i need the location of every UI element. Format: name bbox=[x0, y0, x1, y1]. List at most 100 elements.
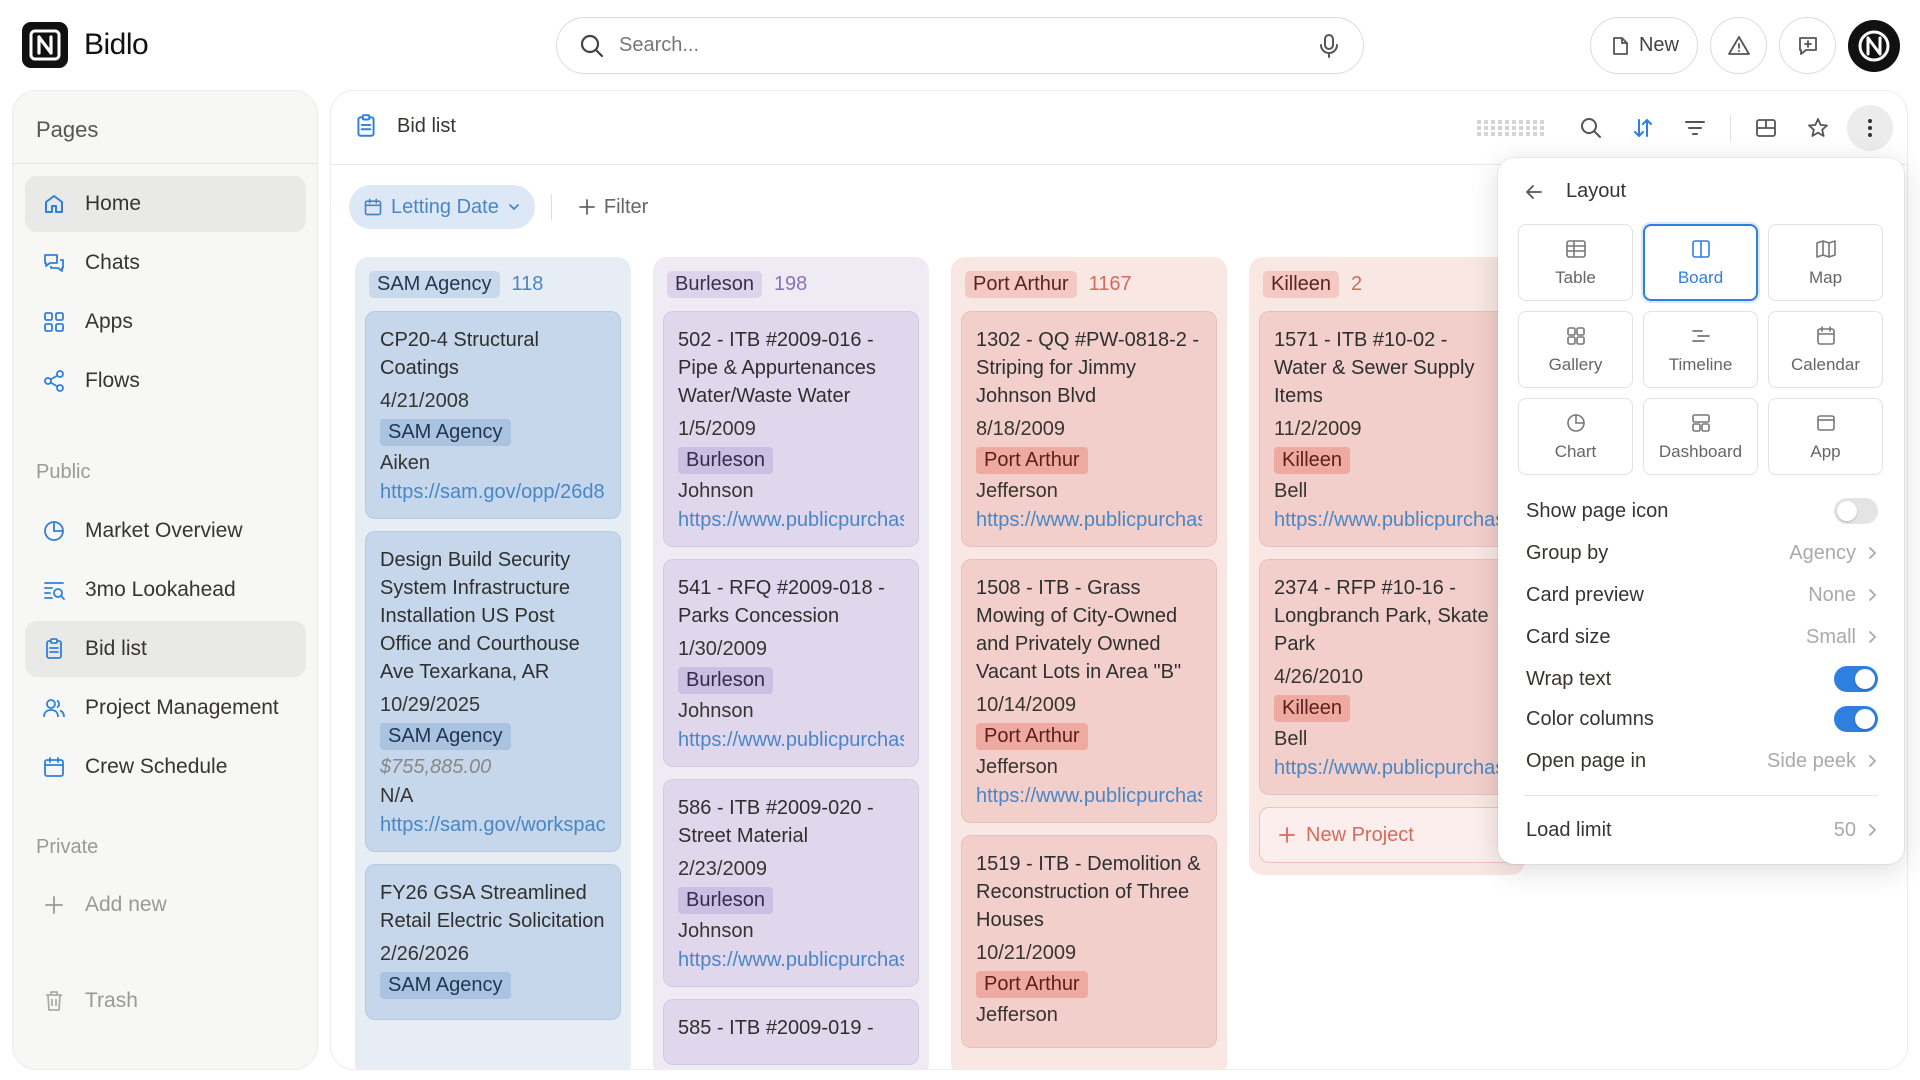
sort-button[interactable] bbox=[1620, 105, 1666, 151]
alerts-button[interactable] bbox=[1710, 17, 1767, 74]
letting-date-filter-chip[interactable]: Letting Date bbox=[349, 185, 535, 229]
card-location: Bell bbox=[1274, 728, 1308, 750]
pie-chart-icon bbox=[41, 518, 67, 544]
sidebar-item-market-overview[interactable]: Market Overview bbox=[25, 503, 306, 559]
group-by-row[interactable]: Group by Agency bbox=[1526, 537, 1878, 569]
map-icon bbox=[1815, 238, 1837, 260]
avatar[interactable] bbox=[1848, 19, 1900, 72]
board-card[interactable]: FY26 GSA Streamlined Retail Electric Sol… bbox=[365, 864, 621, 1020]
show-page-icon-toggle[interactable] bbox=[1834, 498, 1878, 524]
setting-value: Small bbox=[1805, 625, 1856, 648]
card-title: 585 - ITB #2009-019 - bbox=[678, 1017, 874, 1039]
microphone-icon[interactable] bbox=[1317, 33, 1341, 59]
sidebar-item-flows[interactable]: Flows bbox=[25, 353, 306, 409]
card-title: FY26 GSA Streamlined Retail Electric Sol… bbox=[380, 882, 605, 932]
layout-popover: Layout Table Board Map Gallery Timeline … bbox=[1498, 158, 1904, 864]
layout-option-calendar[interactable]: Calendar bbox=[1768, 311, 1883, 388]
card-title: Design Build Security System Infrastruct… bbox=[380, 549, 580, 683]
sidebar-item-crew-schedule[interactable]: Crew Schedule bbox=[25, 739, 306, 795]
card-location: Johnson bbox=[678, 700, 754, 722]
card-link[interactable]: https://www.publicpurchase bbox=[678, 729, 904, 752]
setting-label: Card size bbox=[1526, 625, 1611, 648]
sidebar-item-3mo-lookahead[interactable]: 3mo Lookahead bbox=[25, 562, 306, 618]
layout-button[interactable] bbox=[1743, 105, 1789, 151]
search-icon bbox=[579, 33, 605, 59]
app-brand[interactable]: Bidlo bbox=[22, 22, 149, 68]
add-new-page-button[interactable]: Add new bbox=[25, 877, 306, 933]
wrap-text-row: Wrap text bbox=[1526, 663, 1878, 695]
sidebar-divider bbox=[13, 163, 317, 164]
setting-label: Card preview bbox=[1526, 583, 1644, 606]
board-card[interactable]: 1508 - ITB - Grass Mowing of City-Owned … bbox=[961, 559, 1217, 823]
column-title: Port Arthur bbox=[965, 270, 1077, 298]
board-card[interactable]: CP20-4 Structural Coatings 4/21/2008 SAM… bbox=[365, 311, 621, 519]
wrap-text-toggle[interactable] bbox=[1834, 666, 1878, 692]
board-card[interactable]: 1302 - QQ #PW-0818-2 - Striping for Jimm… bbox=[961, 311, 1217, 547]
add-filter-button[interactable]: Filter bbox=[568, 196, 658, 219]
card-link[interactable]: https://www.publicpurchase bbox=[1274, 757, 1500, 780]
back-arrow-icon[interactable] bbox=[1524, 182, 1544, 202]
more-options-button[interactable] bbox=[1847, 105, 1893, 151]
sidebar-item-project-management[interactable]: Project Management bbox=[25, 680, 306, 736]
layout-option-gallery[interactable]: Gallery bbox=[1518, 311, 1633, 388]
board-card[interactable]: 586 - ITB #2009-020 - Street Material 2/… bbox=[663, 779, 919, 987]
card-preview-row[interactable]: Card preview None bbox=[1526, 579, 1878, 611]
feedback-button[interactable] bbox=[1779, 17, 1836, 74]
favorite-button[interactable] bbox=[1795, 105, 1841, 151]
layout-option-dashboard[interactable]: Dashboard bbox=[1643, 398, 1758, 475]
search-bar[interactable] bbox=[556, 17, 1364, 74]
card-agency-tag: Port Arthur bbox=[976, 447, 1088, 474]
calendar-icon bbox=[41, 754, 67, 780]
board-card[interactable]: 502 - ITB #2009-016 - Pipe & Appurtenanc… bbox=[663, 311, 919, 547]
search-input[interactable] bbox=[619, 34, 1303, 57]
sidebar-item-home[interactable]: Home bbox=[25, 176, 306, 232]
sidebar-item-label: Crew Schedule bbox=[85, 755, 228, 778]
board-card[interactable]: 2374 - RFP #10-16 - Longbranch Park, Ska… bbox=[1259, 559, 1515, 795]
layout-option-map[interactable]: Map bbox=[1768, 224, 1883, 301]
board-card[interactable]: 1519 - ITB - Demolition & Reconstruction… bbox=[961, 835, 1217, 1048]
card-title: 586 - ITB #2009-020 - Street Material bbox=[678, 797, 874, 847]
column-title: Burleson bbox=[667, 270, 762, 298]
card-size-row[interactable]: Card size Small bbox=[1526, 621, 1878, 653]
board-column-burleson: Burleson 198 502 - ITB #2009-016 - Pipe … bbox=[653, 257, 929, 1069]
load-limit-row[interactable]: Load limit 50 bbox=[1526, 814, 1878, 846]
card-agency-tag: Burleson bbox=[678, 447, 773, 474]
new-button-label: New bbox=[1638, 34, 1679, 56]
card-link[interactable]: https://www.publicpurchase bbox=[1274, 509, 1500, 532]
layout-option-table[interactable]: Table bbox=[1518, 224, 1633, 301]
people-icon bbox=[41, 695, 67, 721]
chart-icon bbox=[1565, 412, 1587, 434]
color-columns-toggle[interactable] bbox=[1834, 706, 1878, 732]
sidebar-item-trash[interactable]: Trash bbox=[25, 973, 306, 1029]
card-link[interactable]: https://www.publicpurchase bbox=[976, 785, 1202, 808]
board-card[interactable]: 1571 - ITB #10-02 - Water & Sewer Supply… bbox=[1259, 311, 1515, 547]
flows-icon bbox=[41, 368, 67, 394]
board-card[interactable]: 585 - ITB #2009-019 - bbox=[663, 999, 919, 1065]
card-link[interactable]: https://www.publicpurchase bbox=[678, 509, 904, 532]
card-date: 4/21/2008 bbox=[380, 390, 469, 412]
board-card[interactable]: Design Build Security System Infrastruct… bbox=[365, 531, 621, 852]
card-link[interactable]: https://www.publicpurchase bbox=[678, 949, 904, 972]
card-link[interactable]: https://sam.gov/workspace bbox=[380, 814, 606, 837]
card-date: 8/18/2009 bbox=[976, 418, 1065, 440]
layout-option-chart[interactable]: Chart bbox=[1518, 398, 1633, 475]
filter-button[interactable] bbox=[1672, 105, 1718, 151]
new-project-button[interactable]: New Project bbox=[1259, 807, 1515, 863]
sidebar-item-bid-list[interactable]: Bid list bbox=[25, 621, 306, 677]
star-icon bbox=[1806, 116, 1830, 140]
sidebar-item-apps[interactable]: Apps bbox=[25, 294, 306, 350]
layout-option-timeline[interactable]: Timeline bbox=[1643, 311, 1758, 388]
board-card[interactable]: 541 - RFQ #2009-018 - Parks Concession 1… bbox=[663, 559, 919, 767]
chevron-right-icon bbox=[1866, 588, 1878, 602]
new-page-button[interactable]: New bbox=[1589, 17, 1698, 74]
search-button[interactable] bbox=[1568, 105, 1614, 151]
card-location: N/A bbox=[380, 785, 414, 807]
card-link[interactable]: https://www.publicpurchase bbox=[976, 509, 1202, 532]
sidebar-item-chats[interactable]: Chats bbox=[25, 235, 306, 291]
layout-option-app[interactable]: App bbox=[1768, 398, 1883, 475]
clipboard-icon bbox=[353, 113, 379, 139]
layout-option-board[interactable]: Board bbox=[1643, 224, 1758, 301]
chevron-right-icon bbox=[1866, 630, 1878, 644]
card-link[interactable]: https://sam.gov/opp/26d8 bbox=[380, 481, 606, 504]
open-page-in-row[interactable]: Open page in Side peek bbox=[1526, 745, 1878, 777]
